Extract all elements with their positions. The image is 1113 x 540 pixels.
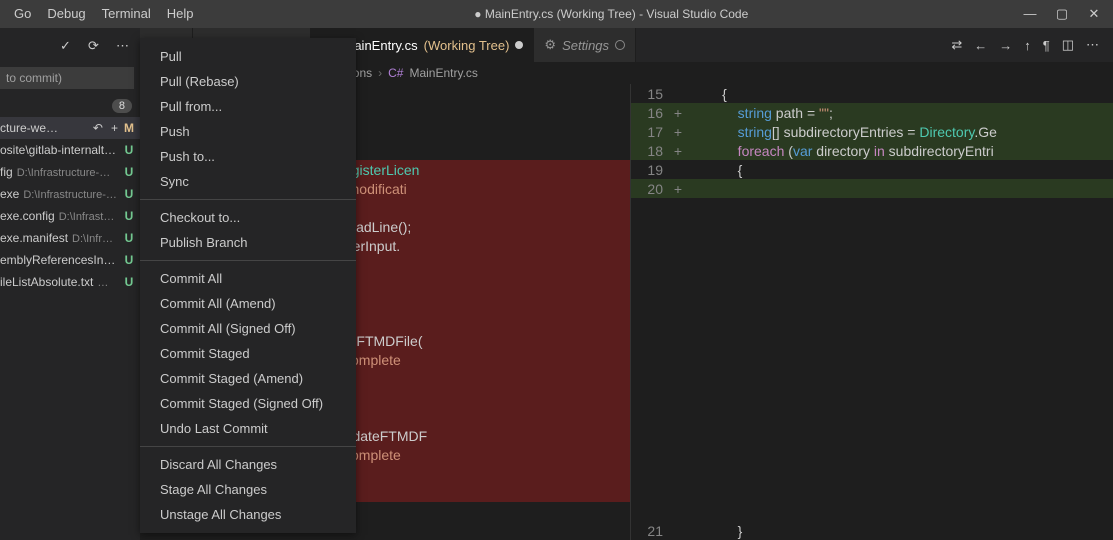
file-row[interactable]: figD:\Infrastructure-…U [0,161,140,183]
changes-list: cture-we… ↶ + M osite\gitlab-internalt…U… [0,117,140,293]
compare-icon[interactable]: ⇄ [951,37,962,53]
menu-item-pull-from-[interactable]: Pull from... [140,94,356,119]
file-row[interactable]: ileListAbsolute.txt…U [0,271,140,293]
stage-icon[interactable]: + [111,121,118,135]
window-title: ● MainEntry.cs (Working Tree) - Visual S… [202,7,1021,21]
menu-item-commit-staged-signed-off-[interactable]: Commit Staged (Signed Off) [140,391,356,416]
menu-item-pull-rebase-[interactable]: Pull (Rebase) [140,69,356,94]
more-icon[interactable]: ⋯ [1086,37,1099,53]
refresh-icon[interactable]: ⟳ [88,38,102,54]
menu-item-push-to-[interactable]: Push to... [140,144,356,169]
menu-go[interactable]: Go [6,0,39,28]
split-icon[interactable]: ◫ [1062,37,1074,53]
scm-more-menu: PullPull (Rebase)Pull from...PushPush to… [140,38,356,533]
menu-debug[interactable]: Debug [39,0,93,28]
file-row[interactable]: osite\gitlab-internalt…U [0,139,140,161]
menu-item-commit-all[interactable]: Commit All [140,266,356,291]
more-icon[interactable]: ⋯ [116,38,130,54]
menu-item-commit-staged[interactable]: Commit Staged [140,341,356,366]
window-controls: — ▢ ✕ [1021,6,1113,22]
gear-icon: ⚙ [544,37,556,53]
menu-terminal[interactable]: Terminal [94,0,159,28]
menu-item-undo-last-commit[interactable]: Undo Last Commit [140,416,356,441]
commit-check-icon[interactable]: ✓ [60,38,74,54]
maximize-icon[interactable]: ▢ [1053,6,1071,22]
commit-message-input[interactable]: to commit) [0,67,134,89]
menu-item-commit-all-signed-off-[interactable]: Commit All (Signed Off) [140,316,356,341]
revert-icon[interactable]: ↶ [93,121,103,135]
scm-sidebar: ✓ ⟳ ⋯ to commit) 8 cture-we… ↶ + M osite… [0,28,140,540]
file-row[interactable]: exeD:\Infrastructure-…U [0,183,140,205]
arrow-left-icon[interactable]: ← [974,38,987,53]
arrow-up-icon[interactable]: ↑ [1024,38,1031,53]
close-icon[interactable]: ✕ [1085,6,1103,22]
file-row[interactable]: emblyReferencesIn…U [0,249,140,271]
close-ring-icon[interactable] [615,40,625,50]
menu-item-checkout-to-[interactable]: Checkout to... [140,205,356,230]
status-letter: M [122,121,136,135]
dirty-dot-icon [515,41,523,49]
menu-item-discard-all-changes[interactable]: Discard All Changes [140,452,356,477]
tab-settings[interactable]: ⚙Settings [534,28,636,62]
changes-badge: 8 [112,99,132,113]
pilcrow-icon[interactable]: ¶ [1043,38,1050,53]
menu-item-sync[interactable]: Sync [140,169,356,194]
menu-item-pull[interactable]: Pull [140,44,356,69]
minimize-icon[interactable]: — [1021,6,1039,22]
menu-item-commit-staged-amend-[interactable]: Commit Staged (Amend) [140,366,356,391]
file-row[interactable]: exe.configD:\Infrast…U [0,205,140,227]
menu-item-publish-branch[interactable]: Publish Branch [140,230,356,255]
titlebar: Go Debug Terminal Help ● MainEntry.cs (W… [0,0,1113,28]
file-row[interactable]: exe.manifestD:\Infr…U [0,227,140,249]
diff-right-pane[interactable]: 15 { 16+ string path = ""; 17+ string[] … [630,84,1113,540]
arrow-right-icon[interactable]: → [999,38,1012,53]
menu-item-push[interactable]: Push [140,119,356,144]
menu-item-commit-all-amend-[interactable]: Commit All (Amend) [140,291,356,316]
menubar: Go Debug Terminal Help [0,0,202,28]
file-row[interactable]: cture-we… ↶ + M [0,117,140,139]
menu-help[interactable]: Help [159,0,202,28]
menu-item-stage-all-changes[interactable]: Stage All Changes [140,477,356,502]
menu-item-unstage-all-changes[interactable]: Unstage All Changes [140,502,356,527]
